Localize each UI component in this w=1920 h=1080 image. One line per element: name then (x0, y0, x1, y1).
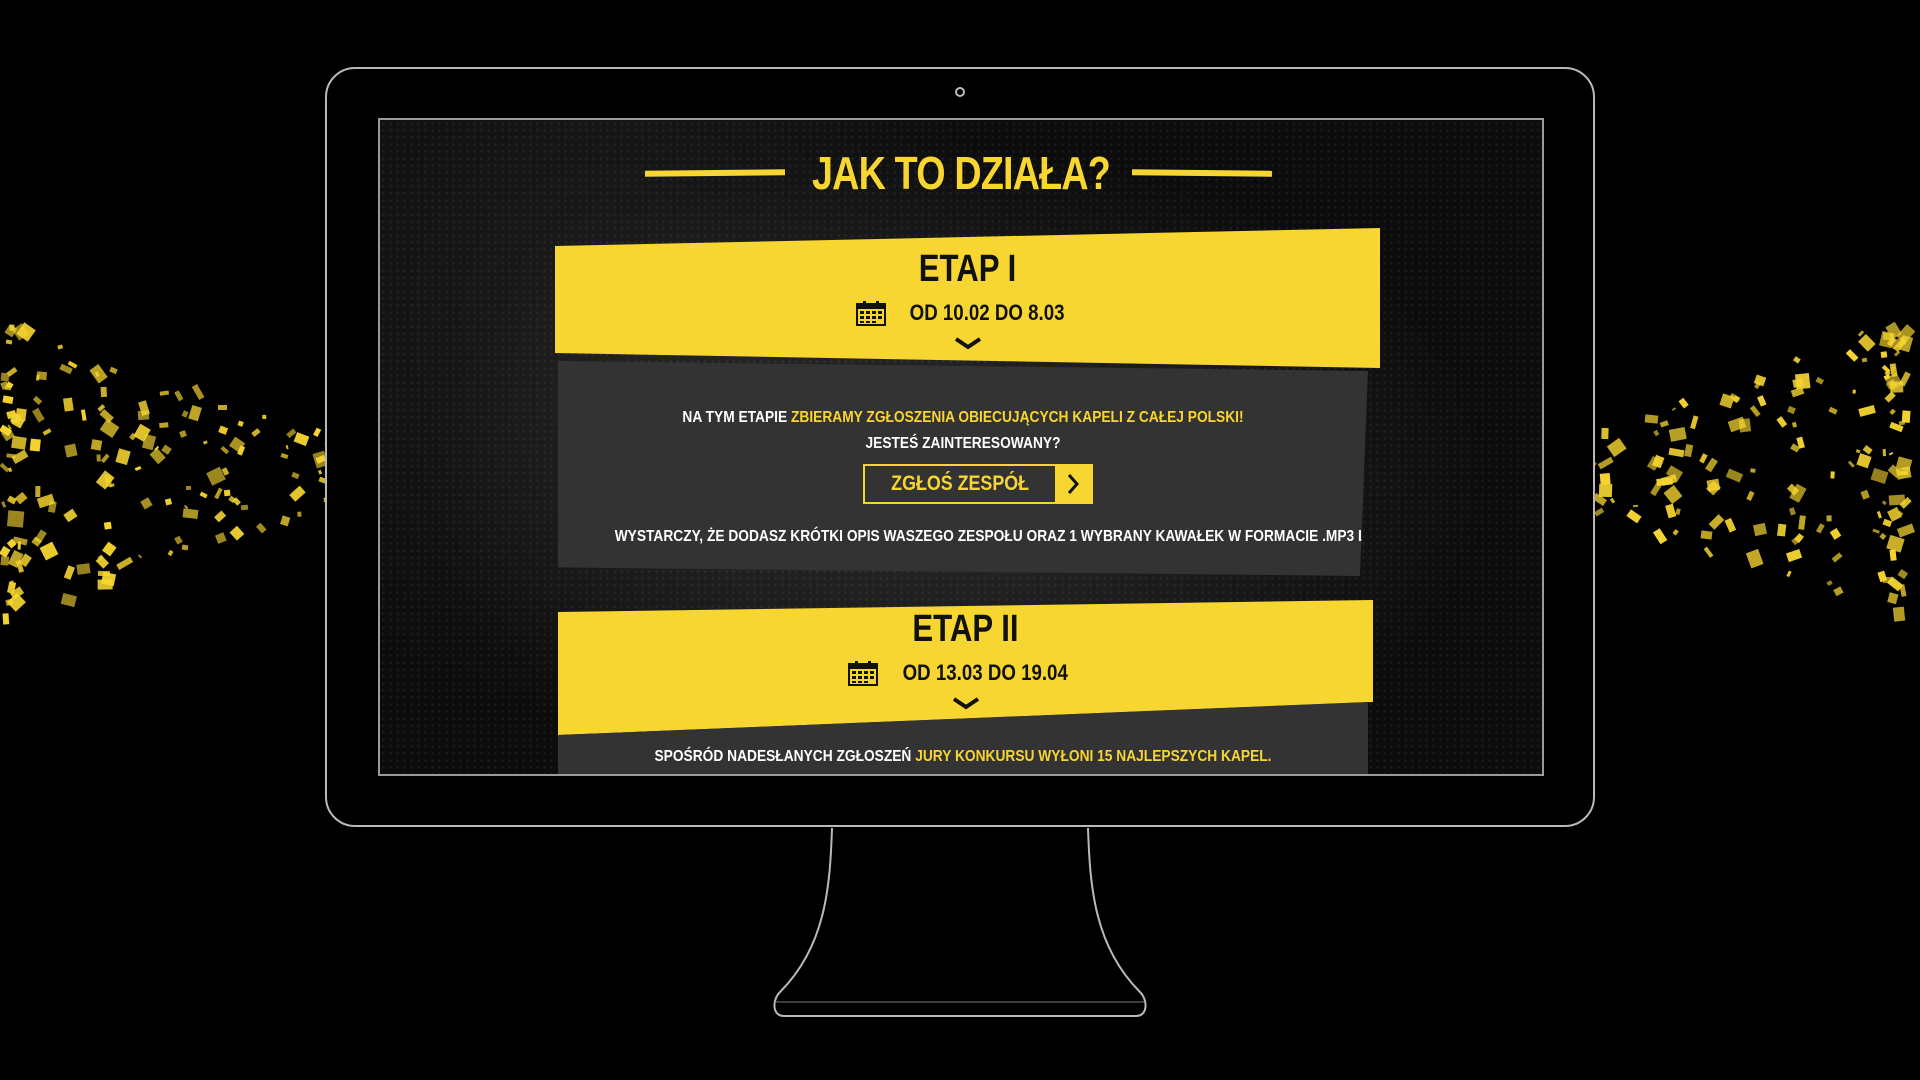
stage-1-header: ETAP I OD 10.02 DO 8.03 (555, 228, 1380, 368)
calendar-icon (848, 661, 879, 686)
camera-icon (955, 87, 965, 97)
chevron-down-icon[interactable] (952, 696, 980, 710)
stage-2-date-text: OD 13.03 DO 19.04 (902, 660, 1069, 685)
arrow-right-icon (1068, 474, 1080, 494)
website-screen: JAK TO DZIAŁA? ETAP I OD 10.02 DO 8.03 N… (378, 118, 1544, 776)
section-title: JAK TO DZIAŁA? (812, 147, 1111, 199)
section-header: JAK TO DZIAŁA? (380, 144, 1542, 204)
calendar-icon (856, 301, 887, 326)
stage-1-intro: NA TYM ETAPIE ZBIERAMY ZGŁOSZENIA OBIECU… (682, 409, 1244, 426)
stage-1-footer: WYSTARCZY, ŻE DODASZ KRÓTKI OPIS WASZEGO… (614, 528, 1427, 545)
stage-2-intro: SPOŚRÓD NADESŁANYCH ZGŁOSZEŃ JURY KONKUR… (654, 748, 1272, 765)
stage-2-date: OD 13.03 DO 19.04 (558, 660, 1373, 686)
stage-1-body: NA TYM ETAPIE ZBIERAMY ZGŁOSZENIA OBIECU… (558, 361, 1368, 576)
stage-1-date-text: OD 10.02 DO 8.03 (910, 300, 1065, 325)
stage-1-intro-highlight: ZBIERAMY ZGŁOSZENIA OBIECUJĄCYCH KAPELI … (790, 409, 1244, 426)
register-band-button[interactable]: ZGŁOŚ ZESPÓŁ (863, 464, 1094, 504)
stage-2-title: ETAP II (912, 608, 1019, 650)
monitor-stand (773, 827, 1147, 1017)
stage-2-intro-highlight: JURY KONKURSU WYŁONI 15 NAJLEPSZYCH KAPE… (915, 748, 1272, 765)
stage-1-date: OD 10.02 DO 8.03 (555, 300, 1380, 326)
stage-1-question: JESTEŚ ZAINTERESOWANY? (865, 435, 1061, 452)
confetti-left (0, 290, 360, 650)
chevron-down-icon[interactable] (954, 336, 982, 350)
stage-1-title: ETAP I (918, 248, 1017, 290)
confetti-right (1560, 290, 1920, 650)
register-band-label: ZGŁOŚ ZESPÓŁ (891, 472, 1030, 495)
